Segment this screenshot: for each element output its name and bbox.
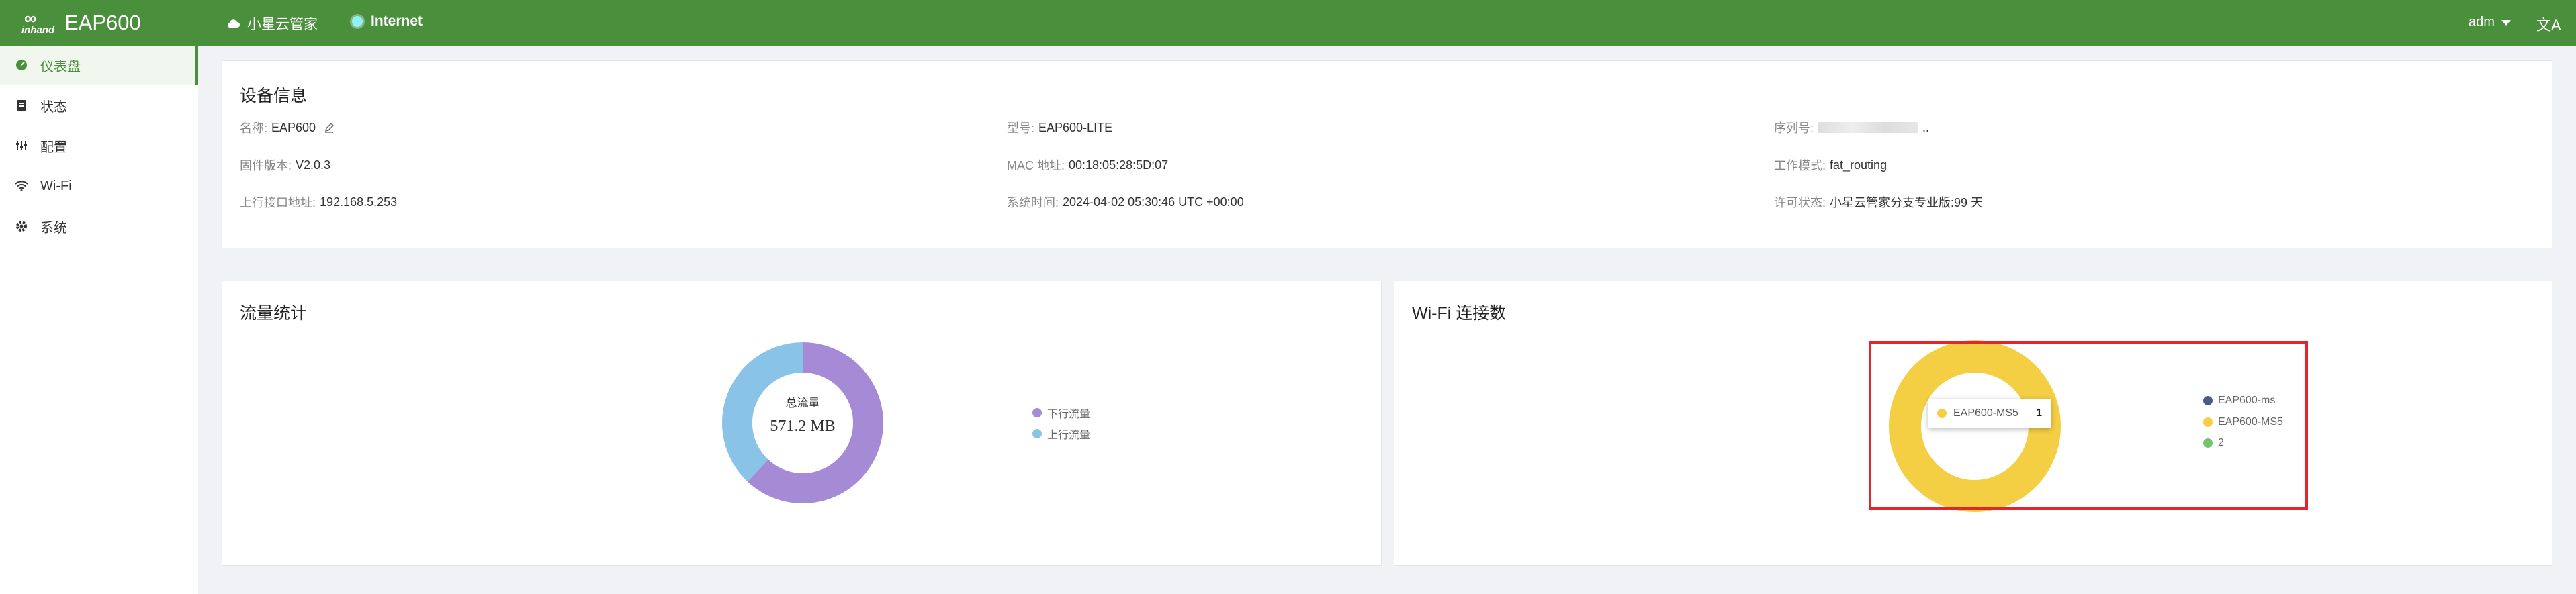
top-header: ∞ inhand EAP600 小星云管家 Internet adm 文A bbox=[0, 0, 2576, 46]
username: adm bbox=[2469, 15, 2495, 30]
config-icon bbox=[15, 139, 28, 152]
traffic-center-label: 总流量 bbox=[785, 397, 820, 409]
status-icon bbox=[15, 99, 28, 112]
inhand-logo-icon: ∞ inhand bbox=[21, 7, 58, 39]
device-info-panel: 设备信息 名称: EAP600 型号: EAP600-LITE 序列号: .. … bbox=[222, 60, 2552, 248]
edit-icon[interactable] bbox=[324, 122, 335, 133]
logo-brand: inhand bbox=[21, 24, 55, 36]
info-name: 名称: EAP600 bbox=[240, 119, 335, 136]
legend-dot-icon bbox=[1032, 429, 1042, 438]
logo[interactable]: ∞ inhand EAP600 bbox=[21, 7, 141, 39]
gear-icon bbox=[15, 219, 28, 233]
serial-redacted bbox=[1818, 122, 1919, 133]
info-firmware: 固件版本: V2.0.3 bbox=[240, 156, 330, 174]
sidebar-item-label: 状态 bbox=[40, 99, 67, 115]
legend-label: 上行流量 bbox=[1047, 430, 1091, 441]
time-value: 2024-04-02 05:30:46 UTC +00:00 bbox=[1063, 195, 1244, 209]
cloud-manager-link[interactable]: 小星云管家 bbox=[226, 13, 318, 34]
name-label: 名称: bbox=[240, 121, 268, 135]
dashboard-icon bbox=[15, 58, 28, 72]
model-value: EAP600-LITE bbox=[1038, 120, 1113, 134]
sidebar-item-label: 仪表盘 bbox=[40, 59, 81, 75]
sidebar: 仪表盘 状态 配置 Wi-Fi 系统 bbox=[0, 46, 198, 594]
uplink-label: 上行接口地址: bbox=[240, 196, 316, 209]
sidebar-item-config[interactable]: 配置 bbox=[0, 126, 198, 165]
mac-label: MAC 地址: bbox=[1007, 159, 1065, 172]
cloud-icon bbox=[227, 19, 240, 28]
model-label: 型号: bbox=[1007, 121, 1035, 135]
firmware-value: V2.0.3 bbox=[296, 158, 331, 172]
info-mode: 工作模式: fat_routing bbox=[1774, 156, 1887, 174]
highlight-box bbox=[1869, 341, 2308, 510]
sidebar-item-status[interactable]: 状态 bbox=[0, 86, 198, 125]
serial-suffix: .. bbox=[1922, 120, 1930, 134]
sidebar-item-dashboard[interactable]: 仪表盘 bbox=[0, 46, 198, 85]
internet-status-dot-icon bbox=[352, 16, 363, 27]
internet-label: Internet bbox=[371, 13, 423, 29]
name-value: EAP600 bbox=[271, 120, 316, 134]
info-mac: MAC 地址: 00:18:05:28:5D:07 bbox=[1007, 156, 1168, 174]
language-icon[interactable]: 文A bbox=[2536, 13, 2561, 35]
sidebar-item-system[interactable]: 系统 bbox=[0, 207, 198, 246]
info-serial: 序列号: .. bbox=[1774, 119, 1929, 136]
mode-label: 工作模式: bbox=[1774, 159, 1826, 172]
panel-title: Wi-Fi 连接数 bbox=[1412, 304, 1507, 323]
serial-label: 序列号: bbox=[1774, 121, 1814, 135]
firmware-label: 固件版本: bbox=[240, 159, 292, 172]
sidebar-item-label: 配置 bbox=[40, 140, 67, 155]
license-value: 小星云管家分支专业版:99 天 bbox=[1830, 196, 1984, 209]
legend-upload[interactable]: 上行流量 bbox=[1032, 426, 1090, 442]
sidebar-item-wifi[interactable]: Wi-Fi bbox=[0, 166, 198, 205]
license-label: 许可状态: bbox=[1774, 196, 1826, 209]
legend-dot-icon bbox=[1032, 408, 1042, 417]
info-license: 许可状态: 小星云管家分支专业版:99 天 bbox=[1774, 193, 1983, 211]
uplink-value: 192.168.5.253 bbox=[320, 195, 398, 209]
traffic-center-value: 571.2 MB bbox=[770, 417, 836, 435]
user-menu[interactable]: adm bbox=[2469, 15, 2511, 30]
info-time: 系统时间: 2024-04-02 05:30:46 UTC +00:00 bbox=[1007, 193, 1244, 211]
internet-status[interactable]: Internet bbox=[352, 13, 423, 30]
mode-value: fat_routing bbox=[1830, 158, 1887, 172]
legend-download[interactable]: 下行流量 bbox=[1032, 405, 1090, 421]
time-label: 系统时间: bbox=[1007, 196, 1059, 209]
wifi-icon bbox=[15, 179, 28, 193]
panel-title: 设备信息 bbox=[240, 87, 308, 105]
chevron-down-icon bbox=[2501, 19, 2511, 26]
legend-label: 下行流量 bbox=[1047, 409, 1091, 420]
donut-slice[interactable] bbox=[722, 342, 803, 482]
panel-title: 流量统计 bbox=[240, 304, 308, 323]
info-model: 型号: EAP600-LITE bbox=[1007, 119, 1112, 136]
sidebar-item-label: 系统 bbox=[40, 220, 67, 236]
info-uplink: 上行接口地址: 192.168.5.253 bbox=[240, 193, 397, 211]
sidebar-item-label: Wi-Fi bbox=[40, 178, 72, 193]
mac-value: 00:18:05:28:5D:07 bbox=[1069, 158, 1169, 172]
cloud-manager-label: 小星云管家 bbox=[247, 17, 318, 32]
app-name: EAP600 bbox=[64, 11, 141, 34]
